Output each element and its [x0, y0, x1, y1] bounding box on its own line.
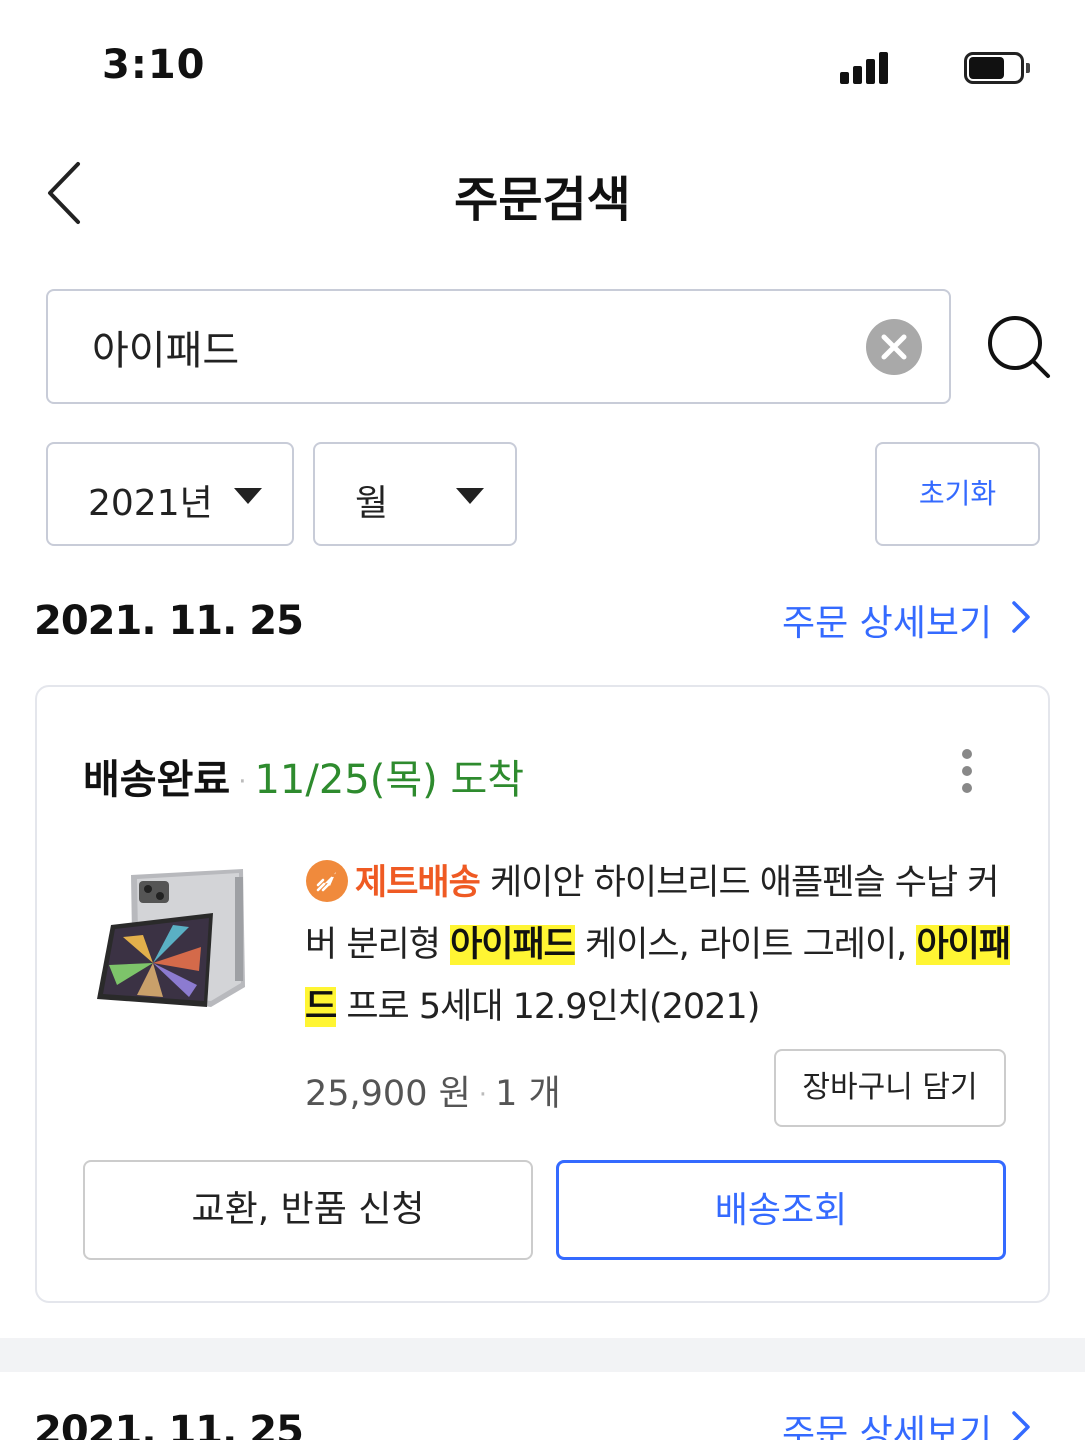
signal-icon	[840, 52, 890, 84]
month-select[interactable]: 월	[313, 442, 517, 546]
search-button[interactable]	[986, 314, 1052, 380]
page-title: 주문검색	[454, 172, 631, 228]
clear-search-button[interactable]	[866, 319, 922, 375]
section-divider	[0, 1338, 1085, 1372]
reset-button[interactable]: 초기화	[875, 442, 1040, 546]
battery-icon	[964, 52, 1030, 84]
order-date: 2021. 11. 25	[34, 598, 304, 644]
separator-dot: ·	[478, 1080, 488, 1110]
more-options-button[interactable]	[955, 747, 979, 795]
order-detail-link[interactable]: 주문 상세보기	[782, 594, 1032, 646]
delivery-status-line: 배송완료 · 11/25(목) 도착	[83, 747, 524, 805]
separator-dot: ·	[238, 767, 247, 797]
delivery-status: 배송완료	[83, 757, 231, 803]
product-price: 25,900 원	[305, 1074, 471, 1114]
caret-down-icon	[234, 488, 262, 504]
return-exchange-button[interactable]: 교환, 반품 신청	[83, 1160, 533, 1260]
rocket-delivery-badge: 제트배송	[355, 863, 481, 903]
search-highlight: 아이패드	[450, 925, 576, 965]
year-select[interactable]: 2021년	[46, 442, 294, 546]
caret-down-icon	[456, 488, 484, 504]
product-name[interactable]: 제트배송 케이안 하이브리드 애플펜슬 수납 커버 분리형 아이패드 케이스, …	[305, 852, 1015, 1038]
track-delivery-button[interactable]: 배송조회	[556, 1160, 1006, 1260]
chevron-right-icon	[1010, 599, 1032, 644]
search-input[interactable]	[92, 291, 852, 402]
header: 주문검색	[0, 140, 1085, 240]
year-select-value: 2021년	[88, 483, 213, 524]
order-detail-link[interactable]: 주문 상세보기	[782, 1404, 1032, 1440]
price-quantity: 25,900 원 · 1 개	[305, 1065, 561, 1116]
search-icon	[988, 316, 1050, 378]
order-date: 2021. 11. 25	[34, 1408, 304, 1440]
product-thumbnail[interactable]	[93, 867, 249, 1015]
product-name-text: 케이스, 라이트 그레이,	[574, 925, 917, 965]
rocket-icon	[305, 859, 349, 903]
add-to-cart-button[interactable]: 장바구니 담기	[774, 1049, 1006, 1127]
search-field[interactable]	[46, 289, 951, 404]
order-detail-label: 주문 상세보기	[782, 603, 993, 644]
order-card: 배송완료 · 11/25(목) 도착 제트배송 케이안 하이브리드 애플펜슬 수납 …	[35, 685, 1050, 1303]
product-quantity: 1 개	[495, 1074, 561, 1114]
close-icon	[881, 334, 907, 360]
order-detail-label: 주문 상세보기	[782, 1413, 993, 1440]
status-bar: 3:10	[0, 0, 1085, 130]
month-select-value: 월	[355, 483, 389, 524]
product-name-text: 프로 5세대 12.9인치(2021)	[336, 987, 760, 1027]
arrival-date: 11/25(목) 도착	[254, 757, 525, 803]
chevron-right-icon	[1010, 1409, 1032, 1440]
status-time: 3:10	[102, 42, 206, 88]
